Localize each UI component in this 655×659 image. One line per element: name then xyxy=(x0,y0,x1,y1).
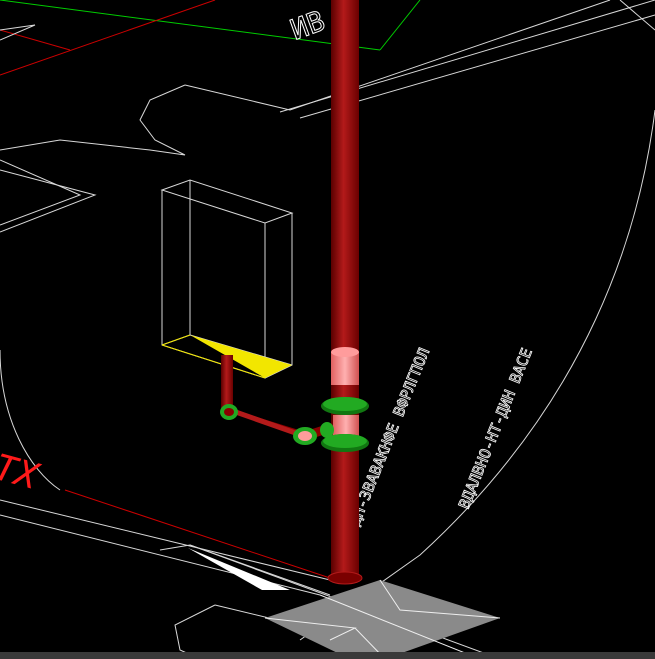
building-wireframe xyxy=(0,0,655,659)
vertical-pipe-icon[interactable] xyxy=(327,0,363,585)
cad-scene[interactable]: ПМ-1ДН-3ВАВАКНФЕ ВФРЛГПОЛ ВДАЛВНО-НТ-ДИН… xyxy=(0,0,655,659)
red-tx-label: TX xyxy=(0,447,44,498)
vertical-annotation-group: ПМ-1ДН-3ВАВАКНФЕ ВФРЛГПОЛ ВДАЛВНО-НТ-ДИН… xyxy=(286,4,537,562)
vertical-annotation-right: ВДАЛВНО-НТ-ДИН ВАСЕ xyxy=(455,346,536,512)
floor-slab xyxy=(264,579,501,659)
north-arrow-marker xyxy=(188,548,290,590)
cad-3d-viewport[interactable]: ПМ-1ДН-3ВАВАКНФЕ ВФРЛГПОЛ ВДАЛВНО-НТ-ДИН… xyxy=(0,0,655,659)
status-bar xyxy=(0,652,655,659)
top-annotation: ИВ xyxy=(286,4,329,47)
